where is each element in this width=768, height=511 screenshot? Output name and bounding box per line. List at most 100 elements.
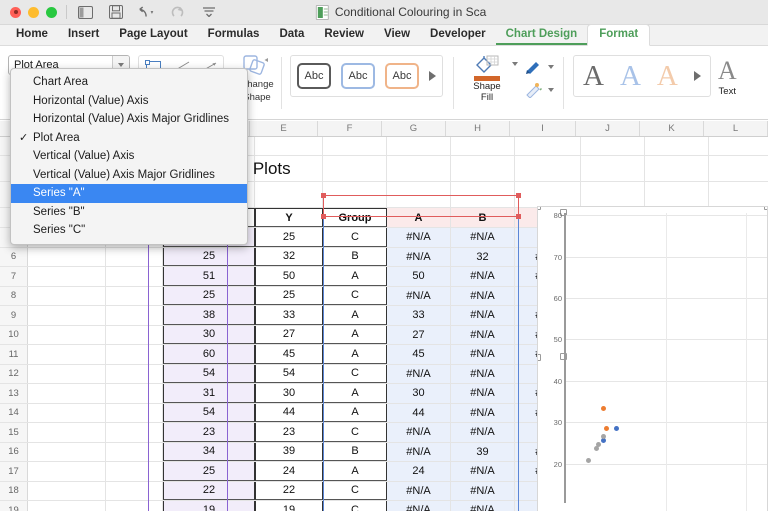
text-style-blue[interactable]: A [620, 61, 641, 91]
cell[interactable]: 30 [387, 384, 451, 403]
cell[interactable] [323, 182, 387, 207]
chart-resize-handle[interactable] [538, 207, 541, 210]
cell[interactable]: 54 [163, 403, 255, 422]
cell[interactable]: 25 [255, 286, 323, 305]
save-icon[interactable] [107, 4, 125, 20]
cell[interactable]: 24 [255, 462, 323, 481]
sidebar-toggle-icon[interactable] [76, 4, 94, 20]
dropdown-item-1[interactable]: Horizontal (Value) Axis [11, 92, 247, 111]
cell[interactable]: C [323, 364, 387, 383]
cell[interactable]: 24 [387, 462, 451, 481]
cell[interactable]: 45 [255, 345, 323, 364]
cell[interactable] [28, 403, 106, 422]
cell[interactable]: #N/A [387, 364, 451, 383]
minimize-button[interactable] [28, 6, 39, 18]
cell[interactable] [515, 182, 581, 207]
tab-formulas[interactable]: Formulas [198, 25, 270, 45]
maximize-button[interactable] [46, 6, 57, 18]
cell[interactable] [106, 423, 163, 442]
shape-effects-button[interactable] [524, 82, 554, 98]
redo-icon[interactable] [169, 4, 187, 20]
cell[interactable]: 51 [163, 267, 255, 286]
cell[interactable] [581, 182, 645, 207]
cell[interactable]: 44 [387, 403, 451, 422]
shape-style-dark[interactable]: Abc [297, 63, 331, 89]
chart-point-series-A[interactable] [613, 426, 619, 431]
cell[interactable] [106, 286, 163, 305]
cell[interactable] [106, 442, 163, 461]
tab-page-layout[interactable]: Page Layout [109, 25, 197, 45]
cell[interactable]: #N/A [451, 345, 515, 364]
cell[interactable]: 30 [255, 384, 323, 403]
cell[interactable] [106, 481, 163, 500]
column-header-h[interactable]: H [446, 121, 510, 136]
shape-fill-dropdown-icon[interactable] [512, 62, 518, 66]
cell[interactable] [106, 364, 163, 383]
cell[interactable]: 32 [451, 247, 515, 266]
row-header[interactable]: 9 [0, 306, 28, 325]
cell[interactable]: 39 [255, 442, 323, 461]
cell[interactable] [28, 442, 106, 461]
cell[interactable] [28, 345, 106, 364]
tab-data[interactable]: Data [269, 25, 314, 45]
tab-review[interactable]: Review [314, 25, 374, 45]
text-style-orange[interactable]: A [657, 61, 678, 91]
chart-resize-handle[interactable] [538, 354, 541, 361]
cell[interactable] [255, 182, 323, 207]
chart-point-series-B[interactable] [601, 405, 606, 411]
cell[interactable] [581, 156, 645, 181]
cell[interactable] [28, 286, 106, 305]
cell[interactable]: 38 [163, 306, 255, 325]
row-header[interactable]: 11 [0, 345, 28, 364]
header-cell-y[interactable]: Y [255, 208, 323, 227]
cell[interactable] [106, 384, 163, 403]
row-header[interactable]: 8 [0, 286, 28, 305]
cell[interactable]: #N/A [451, 228, 515, 247]
shape-styles-gallery[interactable]: Abc Abc Abc [290, 55, 443, 97]
row-header[interactable]: 18 [0, 481, 28, 500]
shape-outline-button[interactable] [524, 59, 554, 75]
cell[interactable]: #N/A [451, 403, 515, 422]
shape-style-orange[interactable]: Abc [385, 63, 419, 89]
cell[interactable]: A [323, 462, 387, 481]
cell[interactable] [709, 137, 768, 155]
cell[interactable]: A [323, 306, 387, 325]
text-styles-more-icon[interactable] [693, 71, 701, 81]
cell[interactable] [28, 267, 106, 286]
cell[interactable]: 23 [163, 423, 255, 442]
row-header[interactable]: 10 [0, 325, 28, 344]
dropdown-item-2[interactable]: Horizontal (Value) Axis Major Gridlines [11, 110, 247, 129]
row-header[interactable]: 12 [0, 364, 28, 383]
cell[interactable]: B [323, 442, 387, 461]
cell[interactable]: #N/A [451, 364, 515, 383]
cell[interactable]: A [323, 384, 387, 403]
row-header[interactable]: 6 [0, 247, 28, 266]
row-header[interactable]: 19 [0, 501, 28, 511]
cell[interactable]: 44 [255, 403, 323, 422]
cell[interactable]: C [323, 501, 387, 511]
tab-view[interactable]: View [374, 25, 420, 45]
cell[interactable]: 22 [255, 481, 323, 500]
cell[interactable] [709, 156, 768, 181]
cell[interactable]: #N/A [387, 228, 451, 247]
cell[interactable]: #N/A [451, 267, 515, 286]
cell[interactable]: 39 [451, 442, 515, 461]
cell[interactable]: 33 [255, 306, 323, 325]
dropdown-item-4[interactable]: Vertical (Value) Axis [11, 147, 247, 166]
cell[interactable] [387, 137, 451, 155]
cell[interactable]: #N/A [451, 384, 515, 403]
cell[interactable] [515, 137, 581, 155]
cell[interactable]: A [323, 403, 387, 422]
row-header[interactable]: 13 [0, 384, 28, 403]
column-header-g[interactable]: G [382, 121, 446, 136]
cell[interactable] [106, 403, 163, 422]
cell[interactable]: 30 [163, 325, 255, 344]
cell[interactable] [451, 156, 515, 181]
cell[interactable] [451, 182, 515, 207]
cell[interactable]: #N/A [451, 306, 515, 325]
cell[interactable]: 25 [255, 228, 323, 247]
chart-point-series-C[interactable] [586, 458, 591, 464]
cell[interactable] [28, 423, 106, 442]
cell[interactable] [581, 137, 645, 155]
column-header-i[interactable]: I [510, 121, 576, 136]
